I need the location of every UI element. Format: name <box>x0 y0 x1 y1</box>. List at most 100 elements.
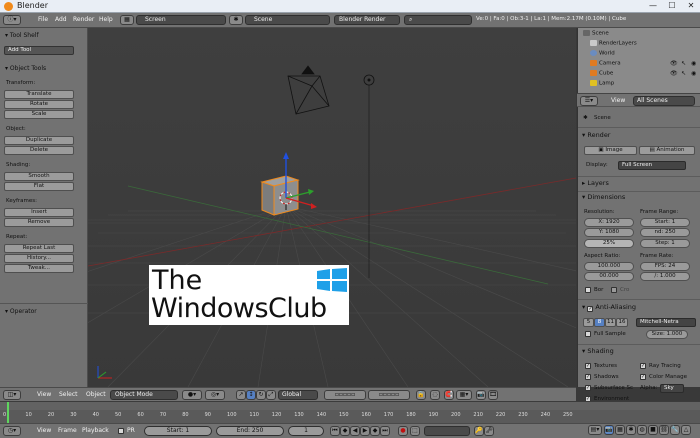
menu-add[interactable]: Add <box>55 16 67 23</box>
jump-to-keyframe-prev-icon[interactable]: ◆ <box>340 426 350 436</box>
visibility-eye-icon[interactable]: 👁 <box>670 60 678 67</box>
manipulator-toggle-icon[interactable]: ↗ <box>236 390 246 400</box>
viewport-menu-select[interactable]: Select <box>59 391 78 398</box>
3d-viewport[interactable] <box>88 28 576 387</box>
color-manage-checkbox[interactable]: ✓ <box>640 374 646 380</box>
maximize-button[interactable]: ☐ <box>663 1 681 11</box>
history-button[interactable]: History... <box>4 254 74 263</box>
object-tools-header[interactable]: ▾ Object Tools <box>5 65 46 72</box>
aa-size-field[interactable]: Size: 1.000 <box>646 330 688 339</box>
ray-tracing-checkbox[interactable]: ✓ <box>640 363 646 369</box>
scene-icon[interactable]: ✱ <box>229 15 243 25</box>
pivot-point-icon[interactable]: ◎▾ <box>205 390 225 400</box>
play-icon[interactable]: ▶ <box>360 426 370 436</box>
layer-buttons-group-2[interactable]: ▫▫▫▫▫ <box>368 390 410 400</box>
rotate-manipulator-icon[interactable]: ↻ <box>256 390 266 400</box>
visibility-eye-icon[interactable]: 👁 <box>670 70 678 77</box>
jump-to-end-icon[interactable]: ⏭ <box>380 426 390 436</box>
insert-keyframe-button[interactable]: Insert <box>4 208 74 217</box>
outliner-item-scene[interactable]: Scene <box>583 30 609 37</box>
display-select[interactable]: Full Screen <box>618 161 686 170</box>
remove-keyframe-button[interactable]: Remove <box>4 218 74 227</box>
scale-button[interactable]: Scale <box>4 110 74 119</box>
outliner-item-cube[interactable]: Cube <box>590 70 613 77</box>
menu-help[interactable]: Help <box>99 16 113 23</box>
translate-button[interactable]: Translate <box>4 90 74 99</box>
menu-file[interactable]: File <box>38 16 48 23</box>
restrict-render-icon[interactable]: ◉ <box>691 60 696 67</box>
aa-level-8[interactable]: 8 <box>594 318 605 327</box>
layer-buttons-group-1[interactable]: ▫▫▫▫▫ <box>324 390 366 400</box>
operator-panel-header[interactable]: ▾ Operator <box>5 308 37 315</box>
keying-mode-icon[interactable]: ⬚ <box>410 426 420 436</box>
textures-checkbox[interactable]: ✓ <box>585 363 591 369</box>
editor-type-timeline-icon[interactable]: ◷▾ <box>3 426 21 436</box>
frame-step-field[interactable]: Step: 1 <box>640 239 690 248</box>
timeline-editor[interactable]: 0 10 20 30 40 50 60 70 80 90 100 110 120 130 140 150 160… <box>0 401 700 424</box>
dimensions-panel-header[interactable]: ▾ Dimensions <box>582 193 625 201</box>
editor-type-3d-view-icon[interactable]: ◫▾ <box>3 390 21 400</box>
snap-element-icon[interactable]: ▦▾ <box>456 390 472 400</box>
smooth-button[interactable]: Smooth <box>4 172 74 181</box>
outliner-scope-select[interactable]: All Scenes <box>633 96 695 106</box>
menu-render[interactable]: Render <box>73 16 94 23</box>
layers-panel-header[interactable]: ▸ Layers <box>582 179 609 187</box>
auto-keying-record-icon[interactable]: ● <box>398 426 408 436</box>
snap-toggle-icon[interactable]: 🧲 <box>444 390 454 400</box>
frame-end-field[interactable]: nd: 250 <box>640 228 690 237</box>
data-tab-icon[interactable]: △ <box>681 425 691 435</box>
border-checkbox[interactable] <box>585 287 591 293</box>
restrict-render-icon[interactable]: ◉ <box>691 70 696 77</box>
add-tool-dropdown[interactable]: Add Tool <box>4 46 74 55</box>
insert-keyframe-icon[interactable]: 🔑 <box>474 426 484 436</box>
timeline-end-field[interactable]: End: 250 <box>216 426 284 436</box>
resolution-x-field[interactable]: X: 1920 <box>584 218 634 227</box>
duplicate-button[interactable]: Duplicate <box>4 136 74 145</box>
outliner-item-renderlayers[interactable]: RenderLayers <box>590 40 637 47</box>
alpha-select[interactable]: Sky <box>660 384 684 393</box>
minimize-button[interactable]: — <box>644 1 662 11</box>
current-frame-field[interactable]: 1 <box>288 426 324 436</box>
play-reverse-icon[interactable]: ◀ <box>350 426 360 436</box>
restrict-select-icon[interactable]: ↖ <box>681 60 686 67</box>
timeline-menu-frame[interactable]: Frame <box>58 427 77 434</box>
preview-range-checkbox[interactable] <box>118 428 124 434</box>
scene-tab-icon[interactable]: ✱ <box>626 425 636 435</box>
proportional-edit-icon[interactable]: ◌ <box>430 390 440 400</box>
frame-start-field[interactable]: Start: 1 <box>640 218 690 227</box>
screen-layout-icon[interactable]: ▦ <box>120 15 134 25</box>
resolution-y-field[interactable]: Y: 1080 <box>584 228 634 237</box>
render-layers-tab-icon[interactable]: ▦ <box>615 425 625 435</box>
lock-layers-icon[interactable]: 🔒 <box>416 390 426 400</box>
outliner-item-world[interactable]: World <box>590 50 615 57</box>
translate-manipulator-icon[interactable]: ↕ <box>246 390 256 400</box>
close-button[interactable]: ✕ <box>682 1 700 11</box>
render-animation-button[interactable]: ▤ Animation <box>639 146 695 155</box>
tool-shelf-header[interactable]: ▾ Tool Shelf <box>5 32 39 39</box>
editor-type-outliner-icon[interactable]: ☰▾ <box>580 96 598 106</box>
shading-panel-header[interactable]: ▾ Shading <box>582 347 614 355</box>
editor-type-properties-icon[interactable]: ▤▾ <box>588 425 602 435</box>
editor-type-info-icon[interactable]: ⓘ▾ <box>3 15 21 25</box>
current-frame-indicator[interactable] <box>7 402 9 424</box>
modifiers-tab-icon[interactable]: 🔧 <box>670 425 680 435</box>
resolution-percentage-field[interactable]: 25% <box>584 239 634 248</box>
transform-orientation-select[interactable]: Global <box>278 390 318 400</box>
aa-level-16[interactable]: 16 <box>616 318 628 327</box>
render-engine-select[interactable]: Blender Render <box>334 15 400 25</box>
constraints-tab-icon[interactable]: ⛓ <box>659 425 669 435</box>
keying-set-field[interactable] <box>424 426 470 436</box>
jump-to-start-icon[interactable]: ⏮ <box>330 426 340 436</box>
aa-level-5[interactable]: 5 <box>583 318 594 327</box>
scale-manipulator-icon[interactable]: ⤢ <box>266 390 276 400</box>
flat-button[interactable]: Flat <box>4 182 74 191</box>
anti-aliasing-panel-header[interactable]: ▾ ✓ Anti-Aliasing <box>582 303 636 312</box>
render-tab-icon[interactable]: 📷 <box>604 425 614 435</box>
aa-filter-select[interactable]: Mitchell-Netra <box>636 318 696 327</box>
timeline-menu-playback[interactable]: Playback <box>82 427 109 434</box>
viewport-menu-object[interactable]: Object <box>86 391 106 398</box>
world-tab-icon[interactable]: ◍ <box>637 425 647 435</box>
opengl-render-animation-icon[interactable]: 🎞 <box>488 390 498 400</box>
jump-to-keyframe-next-icon[interactable]: ◆ <box>370 426 380 436</box>
fps-field[interactable]: FPS: 24 <box>640 262 690 271</box>
